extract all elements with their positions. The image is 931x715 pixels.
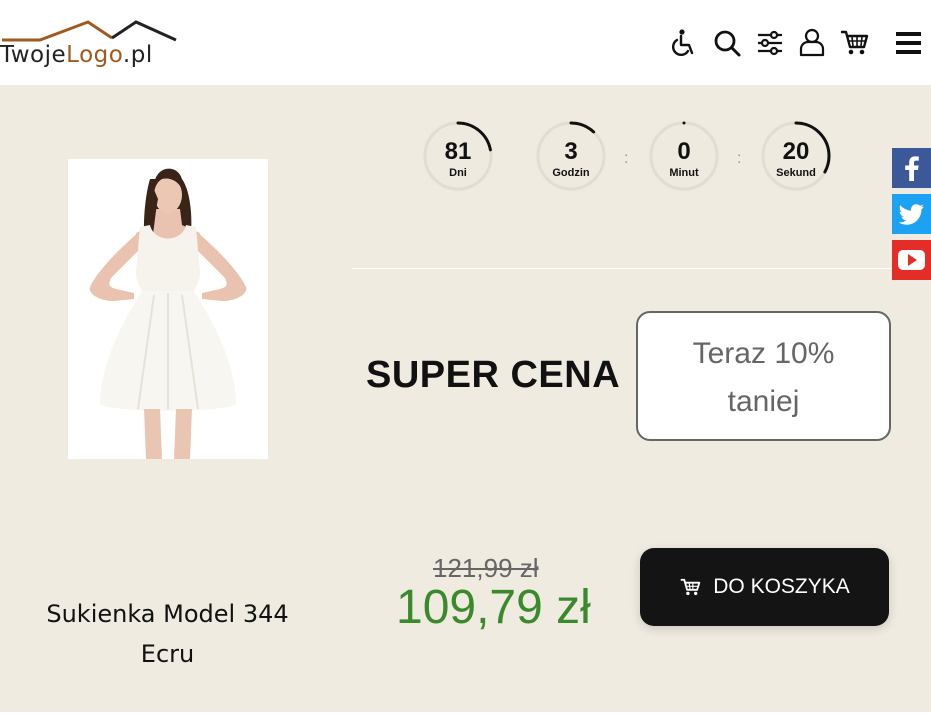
twitter-icon — [892, 194, 931, 234]
site-header: TwojeLogo.pl — [0, 0, 931, 85]
countdown-value: 20 — [782, 138, 810, 165]
countdown-value: 0 — [677, 138, 691, 165]
logo-part-3: .pl — [122, 42, 153, 68]
promo-headline: SUPER CENA — [366, 354, 621, 396]
youtube-link[interactable] — [892, 240, 931, 280]
countdown-unit: 3 Godzin — [535, 120, 607, 192]
countdown-separator: : — [737, 150, 742, 167]
countdown-value: 3 — [564, 138, 578, 165]
menu-icon[interactable] — [894, 28, 924, 58]
new-price: 109,79 zł — [396, 581, 591, 634]
promo-discount-line-1: Teraz 10% — [692, 337, 835, 370]
sliders-icon[interactable] — [755, 28, 785, 58]
countdown-separator: : — [624, 150, 629, 167]
facebook-icon — [892, 148, 931, 188]
logo-text: TwojeLogo.pl — [0, 42, 153, 68]
product-name-line-1: Sukienka Model 344 — [46, 600, 289, 628]
product-name-line-2: Ecru — [140, 640, 195, 668]
site-logo[interactable]: TwojeLogo.pl — [0, 18, 185, 68]
cart-icon[interactable] — [839, 28, 869, 58]
countdown-unit: 0 Minut — [648, 120, 720, 192]
logo-part-1: Twoje — [0, 42, 67, 68]
facebook-link[interactable] — [892, 148, 931, 188]
wheelchair-icon[interactable] — [668, 28, 698, 58]
twitter-link[interactable] — [892, 194, 931, 234]
countdown-label: Minut — [669, 167, 699, 179]
add-to-cart-label: DO KOSZYKA — [713, 575, 850, 598]
countdown-unit: 81 Dni — [422, 120, 494, 192]
add-to-cart-button[interactable]: DO KOSZYKA — [640, 548, 889, 626]
youtube-icon — [892, 240, 931, 280]
countdown-label: Godzin — [552, 167, 590, 179]
logo-part-2: Logo — [66, 42, 123, 68]
dress-model-illustration — [89, 168, 247, 459]
user-icon[interactable] — [797, 27, 827, 57]
promo-discount-box: Teraz 10% taniej — [636, 311, 891, 441]
product-name[interactable]: Sukienka Model 344 Ecru — [30, 594, 305, 674]
promo-discount-line-2: taniej — [727, 385, 800, 418]
product-image[interactable] — [68, 159, 268, 459]
countdown-value: 81 — [444, 138, 472, 165]
cart-icon — [680, 578, 701, 596]
search-icon[interactable] — [712, 28, 742, 58]
divider — [352, 268, 892, 269]
countdown-unit: 20 Sekund — [760, 120, 832, 192]
countdown-label: Sekund — [776, 167, 816, 179]
countdown-label: Dni — [449, 167, 467, 179]
